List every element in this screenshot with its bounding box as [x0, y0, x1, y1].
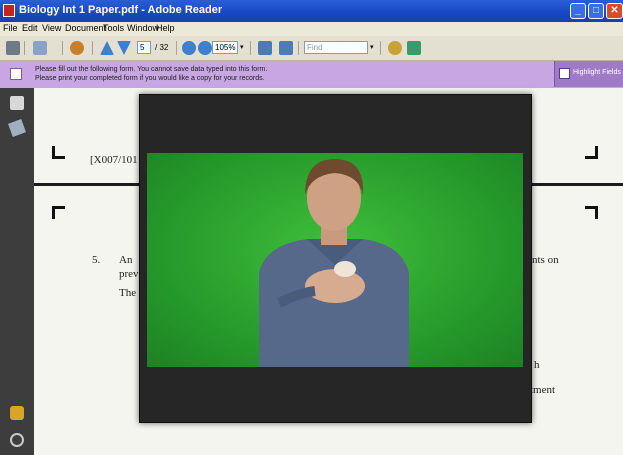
toolbar-separator	[380, 41, 381, 55]
highlight-icon	[559, 68, 570, 79]
menu-view[interactable]: View	[42, 23, 61, 33]
crop-mark	[52, 206, 65, 219]
fit-page-icon[interactable]	[258, 41, 272, 55]
menu-bar: File Edit View Document Tools Window Hel…	[0, 22, 623, 36]
question-number: 5.	[92, 254, 101, 266]
find-dropdown-icon[interactable]: ▾	[370, 43, 374, 51]
minimize-button[interactable]: _	[570, 3, 586, 19]
crop-mark	[585, 206, 598, 219]
video-overlay-panel[interactable]: ❚❚ ■ ◂ ▸ ◀)	[139, 94, 532, 423]
maximize-button[interactable]: □	[588, 3, 604, 19]
page-total: / 32	[155, 43, 169, 52]
question-text-line3: The	[119, 287, 137, 299]
fit-width-icon[interactable]	[279, 41, 293, 55]
sign-icon[interactable]	[407, 41, 421, 55]
find-input[interactable]: Find	[304, 41, 368, 54]
form-notification-bar: Please fill out the following form. You …	[0, 61, 623, 89]
previous-page-icon[interactable]	[100, 41, 114, 55]
zoom-out-icon[interactable]	[182, 41, 196, 55]
email-icon[interactable]	[33, 41, 47, 55]
close-button[interactable]: ✕	[606, 3, 623, 19]
menu-window[interactable]: Window	[127, 23, 159, 33]
menu-tools[interactable]: Tools	[103, 23, 124, 33]
paperclip-icon[interactable]	[7, 430, 27, 450]
exam-code: [X007/101	[90, 154, 138, 166]
toolbar-separator	[176, 41, 177, 55]
menu-document[interactable]: Document	[65, 23, 106, 33]
navigation-sidebar	[0, 88, 34, 455]
comments-icon[interactable]	[10, 406, 24, 420]
zoom-dropdown-icon[interactable]: ▾	[240, 43, 244, 51]
window-title: Biology Int 1 Paper.pdf - Adobe Reader	[19, 4, 223, 16]
title-bar: Biology Int 1 Paper.pdf - Adobe Reader _…	[0, 0, 623, 22]
highlight-fields-button[interactable]: Highlight Fields	[554, 61, 623, 87]
zoom-in-icon[interactable]	[198, 41, 212, 55]
toolbar-separator	[24, 41, 25, 55]
print-icon[interactable]	[6, 41, 20, 55]
toolbar-separator	[298, 41, 299, 55]
pages-icon[interactable]	[10, 96, 24, 110]
menu-help[interactable]: Help	[156, 23, 175, 33]
form-icon	[10, 68, 22, 80]
menu-file[interactable]: File	[3, 23, 18, 33]
question-text-line2: prev	[119, 268, 139, 280]
question-text-right-2: h	[534, 359, 540, 371]
adobe-reader-icon	[3, 4, 15, 17]
sign-language-video[interactable]: ❚❚ ■ ◂ ▸ ◀)	[147, 153, 523, 367]
crop-mark	[585, 146, 598, 159]
toolbar-separator	[62, 41, 63, 55]
toolbar: 5 / 32 105% ▾ Find ▾	[0, 36, 623, 61]
crop-mark	[52, 146, 65, 159]
toolbar-separator	[92, 41, 93, 55]
attachment-icon[interactable]	[8, 119, 26, 137]
form-message-line2: Please print your completed form if you …	[35, 75, 265, 82]
next-page-icon[interactable]	[117, 41, 131, 55]
signer-figure	[259, 159, 409, 367]
question-text-right-3: tment	[530, 384, 556, 396]
search-icon[interactable]	[388, 41, 402, 55]
menu-edit[interactable]: Edit	[22, 23, 38, 33]
zoom-level-input[interactable]: 105%	[212, 41, 238, 54]
toolbar-separator	[250, 41, 251, 55]
collaborate-icon[interactable]	[70, 41, 84, 55]
question-text-start: An	[119, 254, 133, 266]
page-number-input[interactable]: 5	[137, 41, 151, 54]
question-text-right: nts on	[532, 254, 559, 266]
highlight-fields-label: Highlight Fields	[573, 69, 621, 76]
form-message-line1: Please fill out the following form. You …	[35, 66, 268, 73]
